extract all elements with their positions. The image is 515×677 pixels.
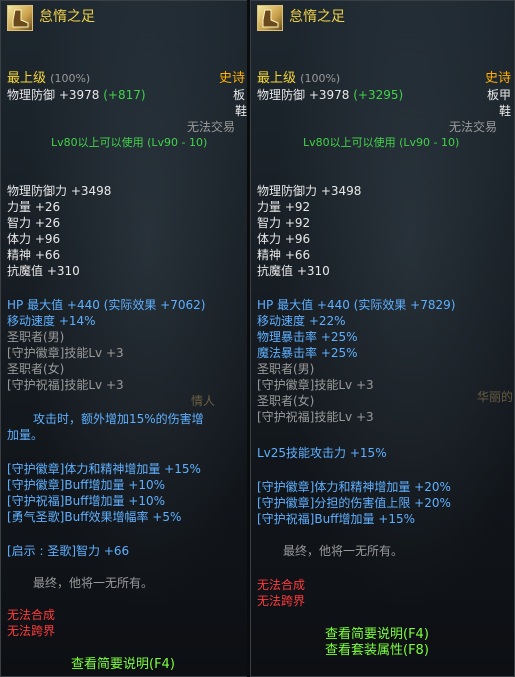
stat-line: 智力 +92 (257, 216, 311, 230)
physical-defense: 物理防御 +3978 (+817) (7, 88, 146, 102)
item-rarity: 史诗 (485, 71, 512, 86)
buff-line: [守护徽章]Buff增加量 +10% (7, 478, 166, 492)
no-cross-server: 无法跨界 (257, 594, 306, 608)
view-brief-link[interactable]: 查看简要说明(F4) (71, 657, 175, 673)
buff-line: [守护徽章]体力和精神增加量 +15% (7, 462, 201, 476)
blue-stat: 移动速度 +22% (257, 314, 346, 328)
item-slot: 鞋 (235, 104, 248, 118)
stat-line: 体力 +96 (7, 232, 61, 246)
level-requirement: Lv80以上可以使用 (Lv90 - 10) (303, 136, 460, 149)
buff-line: [勇气圣歌]Buff效果增幅率 +5% (7, 510, 182, 524)
item-type: 板 (233, 88, 246, 102)
hp-max: HP 最大值 +440 (实际效果 +7829) (257, 298, 456, 312)
boots-icon (257, 5, 283, 31)
buff-line: [守护徽章]分担的伤害值上限 +20% (257, 496, 451, 510)
background-text: 华丽的 (477, 390, 514, 404)
item-grade: 最上级 (100%) (257, 71, 341, 86)
item-grade: 最上级 (100%) (7, 71, 91, 86)
stat-line: 物理防御力 +3498 (257, 184, 362, 198)
stat-line: 智力 +26 (7, 216, 61, 230)
item-name: 怠惰之足 (289, 9, 345, 25)
item-slot: 鞋 (499, 104, 512, 118)
class-requirement: 圣职者(男) (7, 330, 65, 344)
special-effect: 攻击时，额外增加15%的伤害增 (33, 412, 204, 426)
item-tooltip-right: 怠惰之足 最上级 (100%) 史诗 板甲 鞋 物理防御 +3978 (+329… (250, 0, 515, 677)
view-set-link[interactable]: 查看套装属性(F8) (325, 643, 429, 659)
stat-line: 力量 +26 (7, 200, 61, 214)
item-type: 板甲 (487, 88, 512, 102)
trade-status: 无法交易 (187, 120, 236, 134)
boots-icon (7, 5, 33, 31)
no-synthesis: 无法合成 (7, 608, 56, 622)
level-requirement: Lv80以上可以使用 (Lv90 - 10) (51, 136, 208, 149)
class-requirement: 圣职者(男) (257, 362, 315, 376)
tooltip-header: 怠惰之足 (3, 3, 245, 31)
item-name: 怠惰之足 (39, 9, 95, 25)
stat-line: 物理防御力 +3498 (7, 184, 112, 198)
class-requirement: 圣职者(女) (257, 394, 315, 408)
buff-line: [守护祝福]Buff增加量 +10% (7, 494, 166, 508)
buff-line: [守护祝福]Buff增加量 +15% (257, 512, 416, 526)
move-speed: 移动速度 +14% (7, 314, 96, 328)
class-requirement: 圣职者(女) (7, 362, 65, 376)
buff-line: [守护徽章]体力和精神增加量 +20% (257, 480, 451, 494)
blue-stat: 魔法暴击率 +25% (257, 346, 358, 360)
background-text: 情人 (191, 394, 216, 408)
skill-bonus: [守护祝福]技能Lv +3 (7, 378, 124, 392)
stat-line: 精神 +66 (257, 248, 311, 262)
revelation-bonus: [启示 : 圣歌]智力 +66 (7, 544, 130, 558)
flavor-text: 最终，他将一无所有。 (33, 576, 154, 590)
item-tooltip-left: 怠惰之足 最上级 (100%) 史诗 板 鞋 物理防御 +3978 (+817)… (0, 0, 248, 677)
trade-status: 无法交易 (449, 120, 498, 134)
view-brief-link[interactable]: 查看简要说明(F4) (325, 627, 429, 643)
no-cross-server: 无法跨界 (7, 624, 56, 638)
skill-bonus: [守护徽章]技能Lv +3 (7, 346, 124, 360)
flavor-text: 最终，他将一无所有。 (283, 544, 404, 558)
stat-line: 力量 +92 (257, 200, 311, 214)
tooltip-header: 怠惰之足 (253, 3, 512, 31)
stat-line: 精神 +66 (7, 248, 61, 262)
hp-max: HP 最大值 +440 (实际效果 +7062) (7, 298, 206, 312)
stat-line: 抗魔值 +310 (257, 264, 330, 278)
blue-stat: 物理暴击率 +25% (257, 330, 358, 344)
skill-attack-bonus: Lv25技能攻击力 +15% (257, 446, 387, 460)
stat-line: 抗魔值 +310 (7, 264, 80, 278)
no-synthesis: 无法合成 (257, 578, 306, 592)
special-effect: 加量。 (7, 428, 44, 442)
stat-line: 体力 +96 (257, 232, 311, 246)
skill-bonus: [守护祝福]技能Lv +3 (257, 410, 374, 424)
physical-defense: 物理防御 +3978 (+3295) (257, 88, 404, 102)
item-rarity: 史诗 (219, 71, 246, 86)
skill-bonus: [守护徽章]技能Lv +3 (257, 378, 374, 392)
